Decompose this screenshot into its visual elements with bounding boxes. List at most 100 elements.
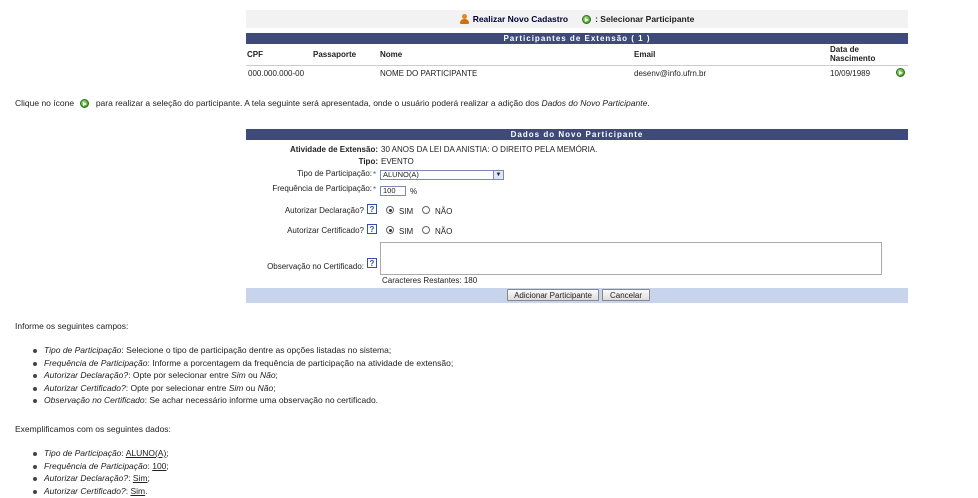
frequencia-input[interactable]: 100 bbox=[380, 186, 406, 196]
legend-bar: Realizar Novo Cadastro : Selecionar Part… bbox=[246, 10, 908, 28]
cell-cpf: 000.000.000-00 bbox=[248, 69, 305, 78]
example-end: ; bbox=[166, 460, 169, 471]
add-participant-button[interactable]: Adicionar Participante bbox=[507, 289, 599, 301]
list-item: Tipo de Participação: Selecione o tipo d… bbox=[15, 345, 453, 358]
info-term: Frequência de Participação bbox=[44, 357, 148, 368]
info-option: Não bbox=[259, 370, 276, 380]
frequencia-label: Frequência de Participação: bbox=[272, 184, 372, 193]
col-cpf: CPF bbox=[247, 50, 263, 59]
certificado-label: Autorizar Certificado? bbox=[287, 226, 364, 235]
atividade-value: 30 ANOS DA LEI DA ANISTIA: O DIREITO PEL… bbox=[381, 145, 598, 154]
example-value: Sim bbox=[132, 473, 148, 483]
col-passaporte: Passaporte bbox=[313, 50, 357, 59]
list-item: Autorizar Declaração?: Sim; bbox=[15, 473, 169, 486]
certificado-sim-label: SIM bbox=[399, 227, 414, 236]
info-text: ou bbox=[243, 382, 258, 393]
table-row: 000.000.000-00 NOME DO PARTICIPANTE dese… bbox=[246, 65, 908, 81]
required-icon: * bbox=[373, 185, 377, 194]
info-term: Autorizar Certificado? bbox=[44, 382, 126, 393]
info-option: Não bbox=[257, 382, 274, 393]
instruction-text-4: . bbox=[647, 98, 650, 108]
select-participant-legend: : Selecionar Participante bbox=[595, 14, 695, 24]
list-item: Autorizar Declaração?: Opte por selecion… bbox=[15, 370, 453, 383]
cancel-button[interactable]: Cancelar bbox=[602, 289, 650, 301]
form-title: Dados do Novo Participante bbox=[246, 129, 908, 140]
help-icon[interactable]: ? bbox=[367, 204, 377, 214]
info-list: Tipo de Participação: Selecione o tipo d… bbox=[15, 345, 453, 408]
observacao-textarea[interactable] bbox=[380, 242, 882, 275]
tipo-participacao-value: ALUNO(A) bbox=[383, 170, 419, 179]
col-nome: Nome bbox=[380, 50, 403, 59]
instruction-text-1: Clique no ícone bbox=[15, 98, 75, 108]
select-arrow-icon bbox=[80, 99, 90, 109]
col-nascimento: Data de Nascimento bbox=[830, 45, 876, 63]
caracteres-restantes: Caracteres Restantes: 180 bbox=[382, 276, 478, 285]
info-text: : Opte por selecionar entre bbox=[125, 382, 229, 393]
example-term: Autorizar Declaração? bbox=[44, 473, 129, 483]
tipo-participacao-label: Tipo de Participação: bbox=[297, 169, 372, 178]
certificado-nao-label: NÃO bbox=[435, 227, 453, 236]
declaracao-label: Autorizar Declaração? bbox=[284, 206, 364, 215]
example-end: ; bbox=[166, 448, 169, 458]
declaracao-sim-label: SIM bbox=[399, 207, 414, 216]
info-text: : Se achar necessário informe uma observ… bbox=[144, 395, 379, 405]
percent-sign: % bbox=[410, 187, 418, 196]
form-footer: Adicionar Participante Cancelar bbox=[246, 288, 908, 303]
list-item: Autorizar Certificado?: Opte por selecio… bbox=[15, 383, 453, 396]
tipo-label: Tipo: bbox=[358, 157, 378, 166]
info-term: Observação no Certificado bbox=[44, 395, 145, 405]
participants-table-title: Participantes de Extensão ( 1 ) bbox=[246, 33, 908, 44]
info-text: ; bbox=[273, 382, 276, 393]
example-term: Frequência de Participação bbox=[44, 460, 148, 471]
certificado-sim-radio[interactable] bbox=[386, 226, 394, 234]
help-icon[interactable]: ? bbox=[367, 258, 377, 268]
cell-email: desenv@info.ufrn.br bbox=[634, 69, 707, 78]
instruction-text-3: Dados do Novo Participante bbox=[541, 98, 648, 108]
info-text: : Informe a porcentagem da frequência de… bbox=[147, 357, 454, 368]
new-participant-form: Dados do Novo Participante Atividade de … bbox=[246, 129, 908, 303]
chevron-down-icon[interactable]: ▼ bbox=[493, 171, 503, 179]
info-term: Tipo de Participação bbox=[44, 345, 122, 355]
declaracao-sim-radio[interactable] bbox=[386, 206, 394, 214]
example-list: Tipo de Participação: ALUNO(A); Frequênc… bbox=[15, 448, 169, 498]
cell-nome: NOME DO PARTICIPANTE bbox=[380, 69, 478, 78]
info-option: Sim bbox=[231, 370, 246, 380]
tipo-participacao-select[interactable]: ALUNO(A) ▼ bbox=[380, 170, 504, 180]
col-email: Email bbox=[634, 50, 656, 59]
example-value: Sim bbox=[130, 485, 146, 496]
declaracao-nao-radio[interactable] bbox=[422, 206, 430, 214]
info-option: Sim bbox=[228, 382, 244, 393]
list-item: Observação no Certificado: Se achar nece… bbox=[15, 395, 453, 408]
user-add-icon[interactable] bbox=[459, 14, 469, 24]
declaracao-nao-label: NÃO bbox=[435, 207, 453, 216]
list-item: Frequência de Participação: 100; bbox=[15, 461, 169, 474]
select-arrow-icon bbox=[582, 14, 592, 24]
example-end: . bbox=[145, 485, 148, 496]
participants-table-header: CPF Passaporte Nome Email Data de Nascim… bbox=[246, 45, 908, 64]
info-text: ; bbox=[275, 370, 278, 380]
observacao-label: Observação no Certificado: bbox=[267, 262, 364, 271]
example-term: Autorizar Certificado? bbox=[44, 485, 126, 496]
info-text: : Opte por selecionar entre bbox=[128, 370, 232, 380]
atividade-label: Atividade de Extensão: bbox=[289, 145, 378, 154]
new-registration-link[interactable]: Realizar Novo Cadastro bbox=[473, 14, 568, 24]
tipo-value: EVENTO bbox=[381, 157, 414, 166]
instruction-paragraph: Clique no ícone para realizar a seleção … bbox=[15, 98, 650, 109]
list-item: Autorizar Certificado?: Sim. bbox=[15, 486, 169, 498]
info-text: ou bbox=[245, 370, 260, 380]
example-term: Tipo de Participação bbox=[44, 448, 122, 458]
list-item: Tipo de Participação: ALUNO(A); bbox=[15, 448, 169, 461]
certificado-nao-radio[interactable] bbox=[422, 226, 430, 234]
cell-nascimento: 10/09/1989 bbox=[830, 69, 871, 78]
example-value: ALUNO(A) bbox=[125, 448, 167, 458]
select-participant-icon[interactable] bbox=[896, 68, 905, 77]
info-term: Autorizar Declaração? bbox=[44, 370, 129, 380]
example-end: ; bbox=[147, 473, 150, 483]
info-intro: Informe os seguintes campos: bbox=[15, 321, 129, 331]
example-value: 100 bbox=[152, 460, 167, 471]
example-intro: Exemplificamos com os seguintes dados: bbox=[15, 424, 171, 434]
required-icon: * bbox=[373, 170, 377, 179]
info-text: : Selecione o tipo de participação dentr… bbox=[121, 345, 392, 355]
help-icon[interactable]: ? bbox=[367, 224, 377, 234]
instruction-text-2: para realizar a seleção do participante.… bbox=[95, 98, 540, 108]
